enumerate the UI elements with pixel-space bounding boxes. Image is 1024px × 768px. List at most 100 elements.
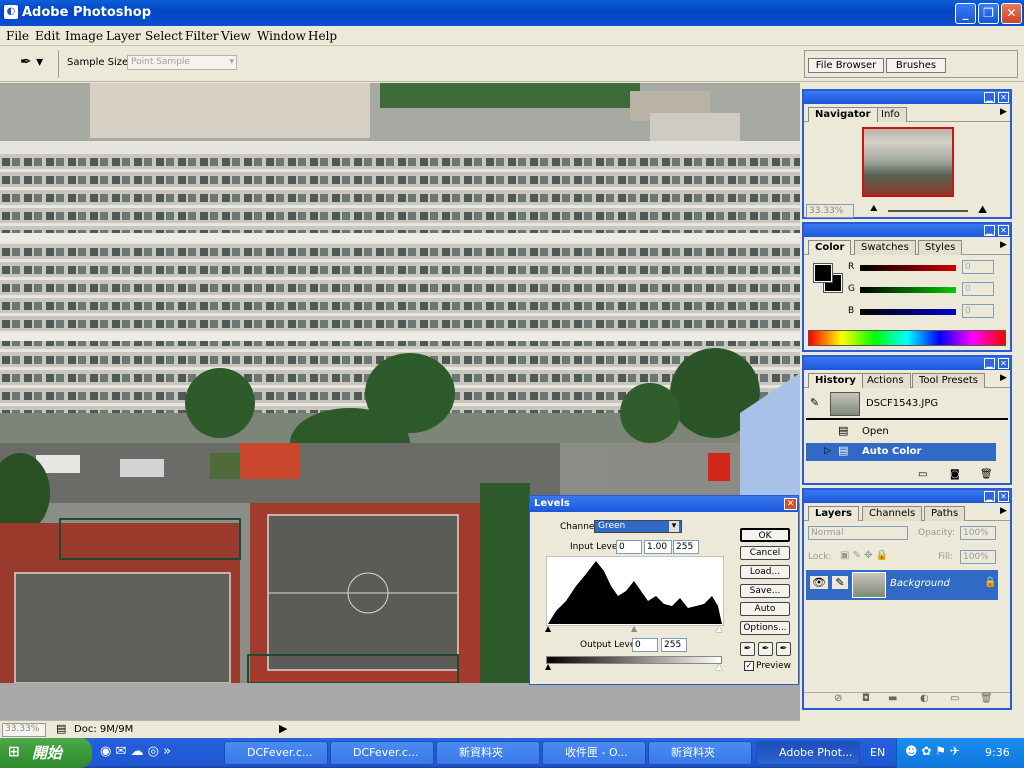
preview-checkbox[interactable]: ✓: [744, 661, 754, 671]
tab-channels[interactable]: Channels: [862, 506, 923, 521]
close-icon[interactable]: ✕: [998, 358, 1009, 369]
blend-mode-select[interactable]: Normal: [808, 526, 908, 540]
input-white-slider-icon[interactable]: ▲: [716, 624, 722, 633]
tab-history[interactable]: History: [808, 373, 863, 388]
trash-icon[interactable]: 🗑: [980, 469, 993, 480]
g-slider[interactable]: [860, 287, 956, 293]
options-button[interactable]: Options...: [740, 621, 790, 635]
taskbar-item[interactable]: 新資料夾: [648, 741, 752, 765]
load-button[interactable]: Load...: [740, 565, 790, 579]
close-icon[interactable]: ✕: [998, 92, 1009, 103]
menu-filter[interactable]: Filter: [185, 29, 219, 43]
cancel-button[interactable]: Cancel: [740, 546, 790, 560]
gray-eyedropper-icon[interactable]: ✒: [758, 642, 773, 656]
camera-icon[interactable]: ◙: [950, 469, 960, 480]
color-ramp[interactable]: [808, 330, 1006, 346]
palette-menu-icon[interactable]: ▶: [1000, 240, 1007, 250]
zoom-slider[interactable]: [888, 210, 968, 212]
taskbar-item[interactable]: DCFever.c...: [224, 741, 328, 765]
navigator-thumbnail[interactable]: [862, 127, 954, 197]
tab-paths[interactable]: Paths: [924, 506, 966, 521]
tab-swatches[interactable]: Swatches: [854, 240, 916, 255]
taskbar-item-active[interactable]: Adobe Phot...: [756, 741, 860, 765]
tab-color[interactable]: Color: [808, 240, 852, 255]
close-button[interactable]: ✕: [1001, 3, 1022, 24]
sample-size-select[interactable]: Point Sample ▾: [127, 55, 237, 70]
input-gamma-field[interactable]: 1.00: [644, 540, 672, 554]
tab-brushes[interactable]: Brushes: [886, 58, 946, 73]
input-black-slider-icon[interactable]: ▲: [545, 624, 551, 633]
output-white-slider-icon[interactable]: ▲: [716, 662, 722, 671]
palette-menu-icon[interactable]: ▶: [1000, 373, 1007, 383]
tab-navigator[interactable]: Navigator: [808, 107, 878, 122]
output-black-slider-icon[interactable]: ▲: [545, 662, 551, 671]
folder-icon[interactable]: ▬: [888, 693, 897, 704]
eye-icon[interactable]: 👁: [810, 576, 828, 589]
input-black-field[interactable]: 0: [616, 540, 642, 554]
lock-icons[interactable]: ▣ ✎ ✥ 🔒: [840, 550, 888, 561]
layer-mask-icon[interactable]: ◘: [862, 693, 870, 704]
menu-layer[interactable]: Layer: [106, 29, 141, 43]
tab-actions[interactable]: Actions: [860, 373, 911, 388]
menu-edit[interactable]: Edit: [35, 29, 60, 43]
restore-button[interactable]: ❐: [978, 3, 999, 24]
status-arrow-icon[interactable]: ▶: [279, 722, 287, 735]
menu-view[interactable]: View: [221, 29, 251, 43]
layer-row[interactable]: 👁 ✎ Background 🔒: [806, 570, 998, 600]
close-icon[interactable]: ✕: [998, 491, 1009, 502]
new-document-icon[interactable]: ▭: [918, 469, 927, 480]
black-eyedropper-icon[interactable]: ✒: [740, 642, 755, 656]
taskbar-item[interactable]: DCFever.c...: [330, 741, 434, 765]
history-snapshot[interactable]: ✎ DSCF1543.JPG: [806, 390, 1008, 420]
eyedropper-tool-icon[interactable]: ✒ ▾: [20, 54, 50, 74]
menu-select[interactable]: Select: [145, 29, 183, 43]
quick-launch-icons[interactable]: ◉ ✉ ☁ ◎ »: [100, 744, 171, 759]
minimize-icon[interactable]: ▁: [984, 358, 995, 369]
minimize-icon[interactable]: ▁: [984, 225, 995, 236]
tab-tool-presets[interactable]: Tool Presets: [912, 373, 985, 388]
menu-image[interactable]: Image: [65, 29, 103, 43]
taskbar-item[interactable]: 收件匣 - O...: [542, 741, 646, 765]
palette-menu-icon[interactable]: ▶: [1000, 107, 1007, 117]
minimize-button[interactable]: _: [955, 3, 976, 24]
link-icon[interactable]: ⊘: [834, 693, 842, 704]
tab-file-browser[interactable]: File Browser: [808, 58, 884, 73]
levels-close-button[interactable]: ✕: [784, 498, 797, 510]
zoom-out-icon[interactable]: ⛰: [870, 204, 878, 214]
fill-field[interactable]: 100%: [960, 550, 996, 564]
zoom-in-icon[interactable]: ⛰: [978, 203, 987, 217]
channel-select[interactable]: Green ▾: [594, 520, 682, 533]
b-slider[interactable]: [860, 309, 956, 315]
output-black-field[interactable]: 0: [632, 638, 658, 652]
menu-window[interactable]: Window: [257, 29, 306, 43]
b-field[interactable]: 0: [962, 304, 994, 318]
navigator-zoom-field[interactable]: 33.33%: [806, 204, 854, 218]
r-field[interactable]: 0: [962, 260, 994, 274]
tray-icons[interactable]: ☻ ✿ ⚑ ✈: [905, 744, 960, 758]
history-item-selected[interactable]: ▷ ▤ Auto Color: [806, 443, 996, 461]
input-gamma-slider-icon[interactable]: ▲: [631, 624, 637, 633]
zoom-field[interactable]: 33.33%: [2, 723, 46, 737]
trash-icon[interactable]: 🗑: [980, 693, 993, 704]
menu-file[interactable]: File: [6, 29, 29, 43]
r-slider[interactable]: [860, 265, 956, 271]
tab-styles[interactable]: Styles: [918, 240, 963, 255]
tab-layers[interactable]: Layers: [808, 506, 859, 521]
new-layer-icon[interactable]: ▭: [950, 693, 959, 704]
opacity-field[interactable]: 100%: [960, 526, 996, 540]
paint-brush-icon[interactable]: ✎: [832, 576, 848, 589]
tab-info[interactable]: Info: [874, 107, 907, 122]
white-eyedropper-icon[interactable]: ✒: [776, 642, 791, 656]
minimize-icon[interactable]: ▁: [984, 92, 995, 103]
taskbar-item[interactable]: 新資料夾: [436, 741, 540, 765]
adjustment-layer-icon[interactable]: ◐: [920, 693, 929, 704]
foreground-color-swatch[interactable]: [813, 263, 833, 283]
output-white-field[interactable]: 255: [661, 638, 687, 652]
ok-button[interactable]: OK: [740, 528, 790, 542]
minimize-icon[interactable]: ▁: [984, 491, 995, 502]
start-button[interactable]: ⊞ 開始: [0, 738, 92, 768]
menu-help[interactable]: Help: [308, 29, 337, 43]
language-indicator[interactable]: EN: [870, 746, 885, 759]
auto-button[interactable]: Auto: [740, 602, 790, 616]
palette-menu-icon[interactable]: ▶: [1000, 506, 1007, 516]
